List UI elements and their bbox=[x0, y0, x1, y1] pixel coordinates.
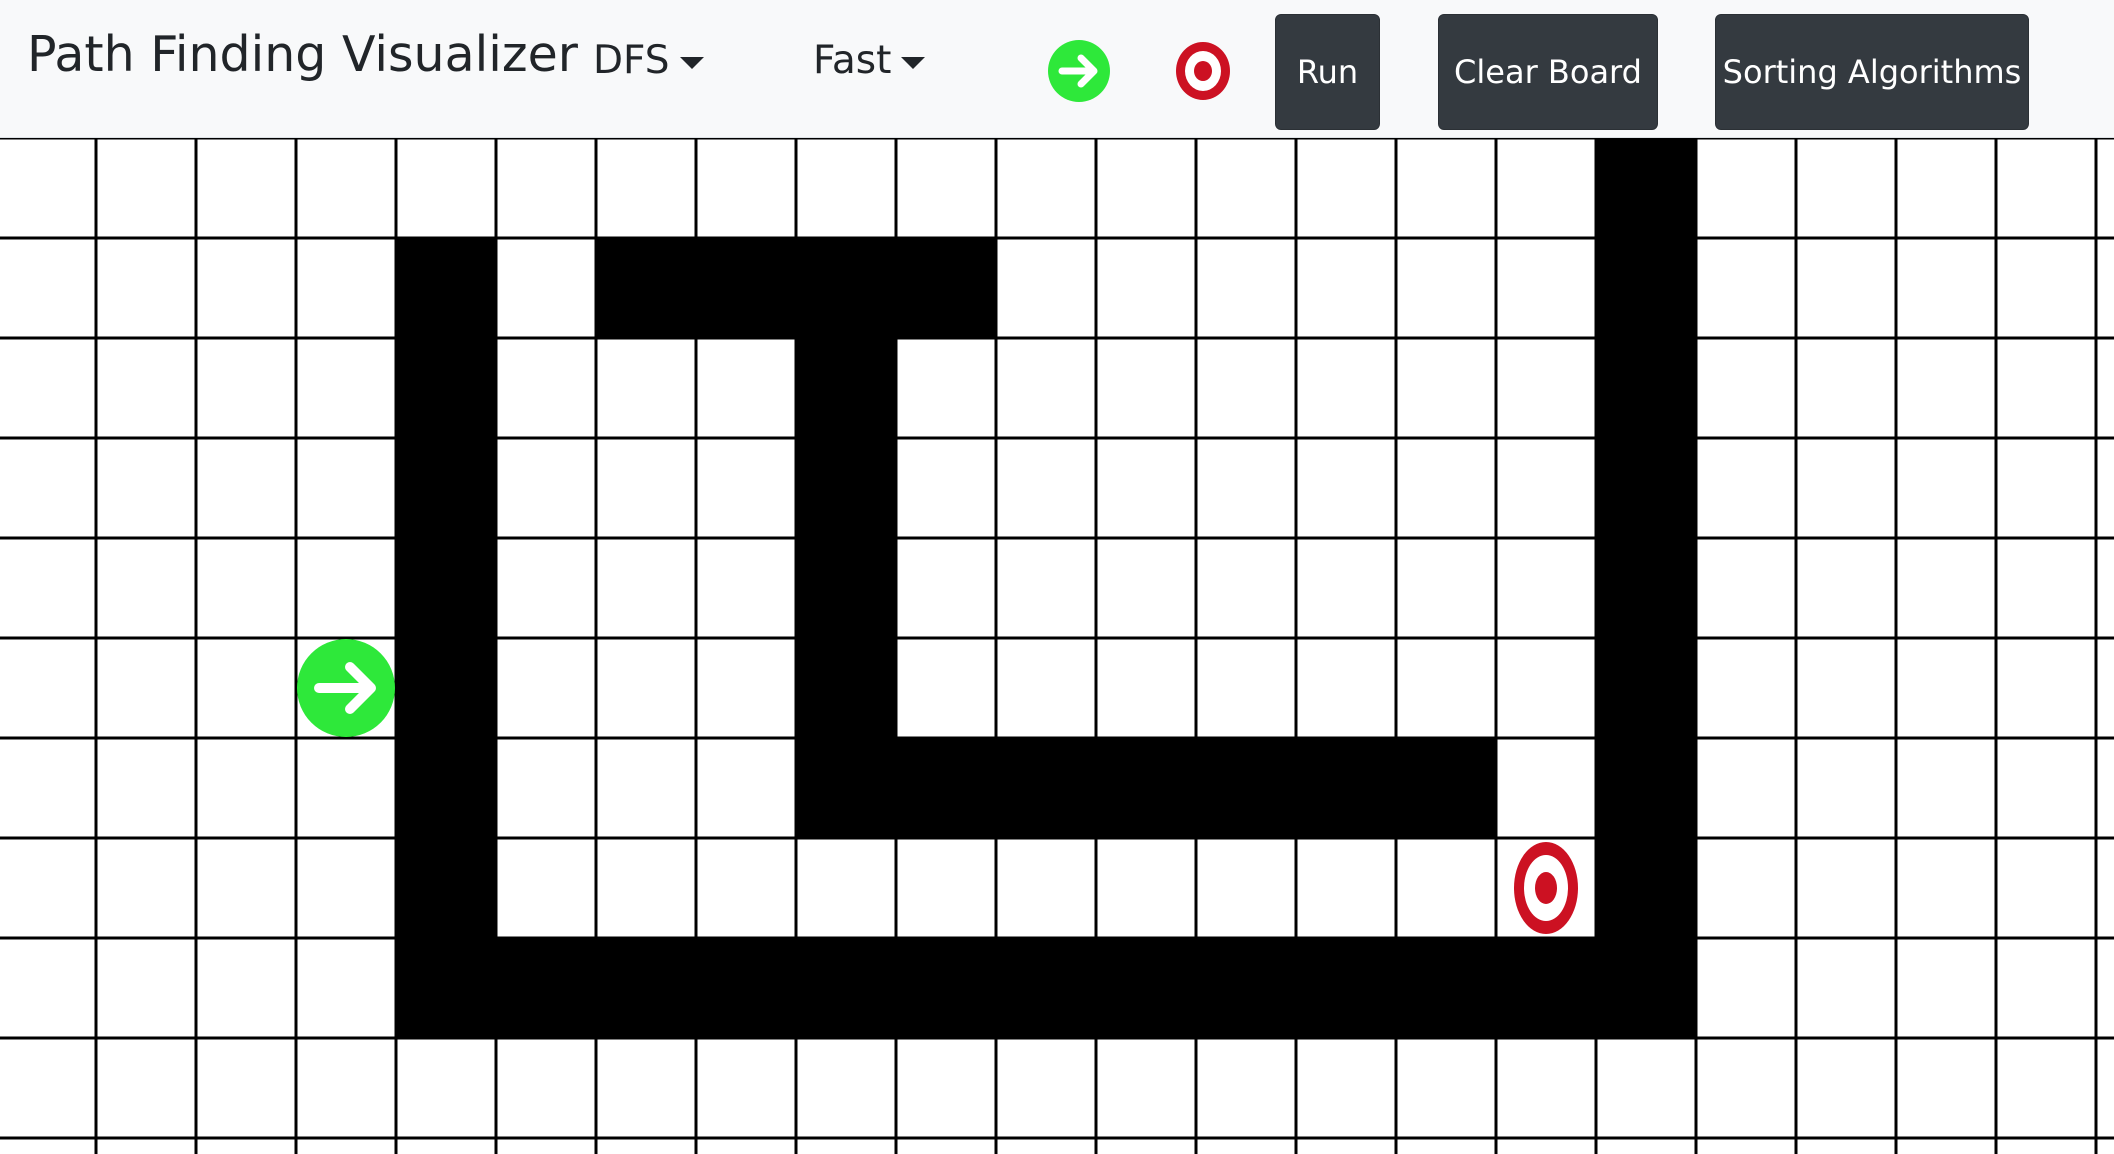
wall-cell[interactable] bbox=[1196, 938, 1296, 1038]
start-arrow-icon bbox=[1048, 40, 1110, 102]
wall-cell[interactable] bbox=[396, 238, 496, 338]
wall-cell[interactable] bbox=[1296, 938, 1396, 1038]
chevron-down-icon bbox=[901, 56, 926, 69]
wall-cell[interactable] bbox=[796, 238, 896, 338]
wall-cell[interactable] bbox=[396, 338, 496, 438]
wall-cell[interactable] bbox=[396, 638, 496, 738]
wall-cell[interactable] bbox=[796, 538, 896, 638]
wall-cell[interactable] bbox=[696, 938, 796, 1038]
speed-selected: Fast bbox=[813, 38, 892, 83]
wall-cell[interactable] bbox=[596, 238, 696, 338]
wall-cell[interactable] bbox=[1596, 438, 1696, 538]
wall-cell[interactable] bbox=[1596, 838, 1696, 938]
wall-cell[interactable] bbox=[996, 738, 1096, 838]
wall-cell[interactable] bbox=[796, 938, 896, 1038]
wall-cell[interactable] bbox=[796, 738, 896, 838]
speed-dropdown[interactable]: Fast bbox=[813, 38, 926, 83]
wall-cell[interactable] bbox=[896, 238, 996, 338]
run-button[interactable]: Run bbox=[1275, 14, 1380, 130]
wall-cell[interactable] bbox=[1596, 538, 1696, 638]
path-grid[interactable] bbox=[0, 138, 2114, 1154]
wall-cell[interactable] bbox=[1596, 238, 1696, 338]
wall-cell[interactable] bbox=[796, 338, 896, 438]
wall-cell[interactable] bbox=[1596, 738, 1696, 838]
wall-cell[interactable] bbox=[796, 638, 896, 738]
wall-cell[interactable] bbox=[1596, 638, 1696, 738]
wall-cell[interactable] bbox=[1396, 938, 1496, 1038]
algorithm-dropdown[interactable]: DFS bbox=[593, 38, 704, 83]
sorting-algorithms-button[interactable]: Sorting Algorithms bbox=[1715, 14, 2029, 130]
target-icon bbox=[1176, 42, 1230, 100]
wall-cell[interactable] bbox=[996, 938, 1096, 1038]
wall-cell[interactable] bbox=[396, 538, 496, 638]
wall-cell[interactable] bbox=[896, 738, 996, 838]
target-node[interactable] bbox=[1514, 842, 1578, 934]
app-title[interactable]: Path Finding Visualizer bbox=[27, 26, 578, 83]
target-node-tool[interactable] bbox=[1176, 42, 1230, 100]
wall-cell[interactable] bbox=[596, 938, 696, 1038]
wall-cell[interactable] bbox=[396, 938, 496, 1038]
wall-cell[interactable] bbox=[396, 438, 496, 538]
wall-cell[interactable] bbox=[896, 938, 996, 1038]
target-ring bbox=[1535, 872, 1557, 904]
wall-cell[interactable] bbox=[1596, 338, 1696, 438]
navbar: Path Finding Visualizer DFS Fast Run Cle… bbox=[0, 0, 2114, 138]
chevron-down-icon bbox=[679, 56, 704, 69]
wall-cell[interactable] bbox=[1296, 738, 1396, 838]
wall-cell[interactable] bbox=[1596, 938, 1696, 1038]
clear-board-button[interactable]: Clear Board bbox=[1438, 14, 1658, 130]
wall-cell[interactable] bbox=[496, 938, 596, 1038]
wall-cell[interactable] bbox=[796, 438, 896, 538]
algorithm-selected: DFS bbox=[593, 38, 670, 83]
wall-cell[interactable] bbox=[1596, 138, 1696, 238]
wall-cell[interactable] bbox=[696, 238, 796, 338]
wall-cell[interactable] bbox=[1396, 738, 1496, 838]
wall-cell[interactable] bbox=[1096, 938, 1196, 1038]
wall-cell[interactable] bbox=[1196, 738, 1296, 838]
start-node[interactable] bbox=[297, 639, 395, 737]
wall-cell[interactable] bbox=[1096, 738, 1196, 838]
start-node-tool[interactable] bbox=[1048, 40, 1110, 102]
wall-cell[interactable] bbox=[396, 738, 496, 838]
wall-cell[interactable] bbox=[396, 838, 496, 938]
wall-cell[interactable] bbox=[1496, 938, 1596, 1038]
